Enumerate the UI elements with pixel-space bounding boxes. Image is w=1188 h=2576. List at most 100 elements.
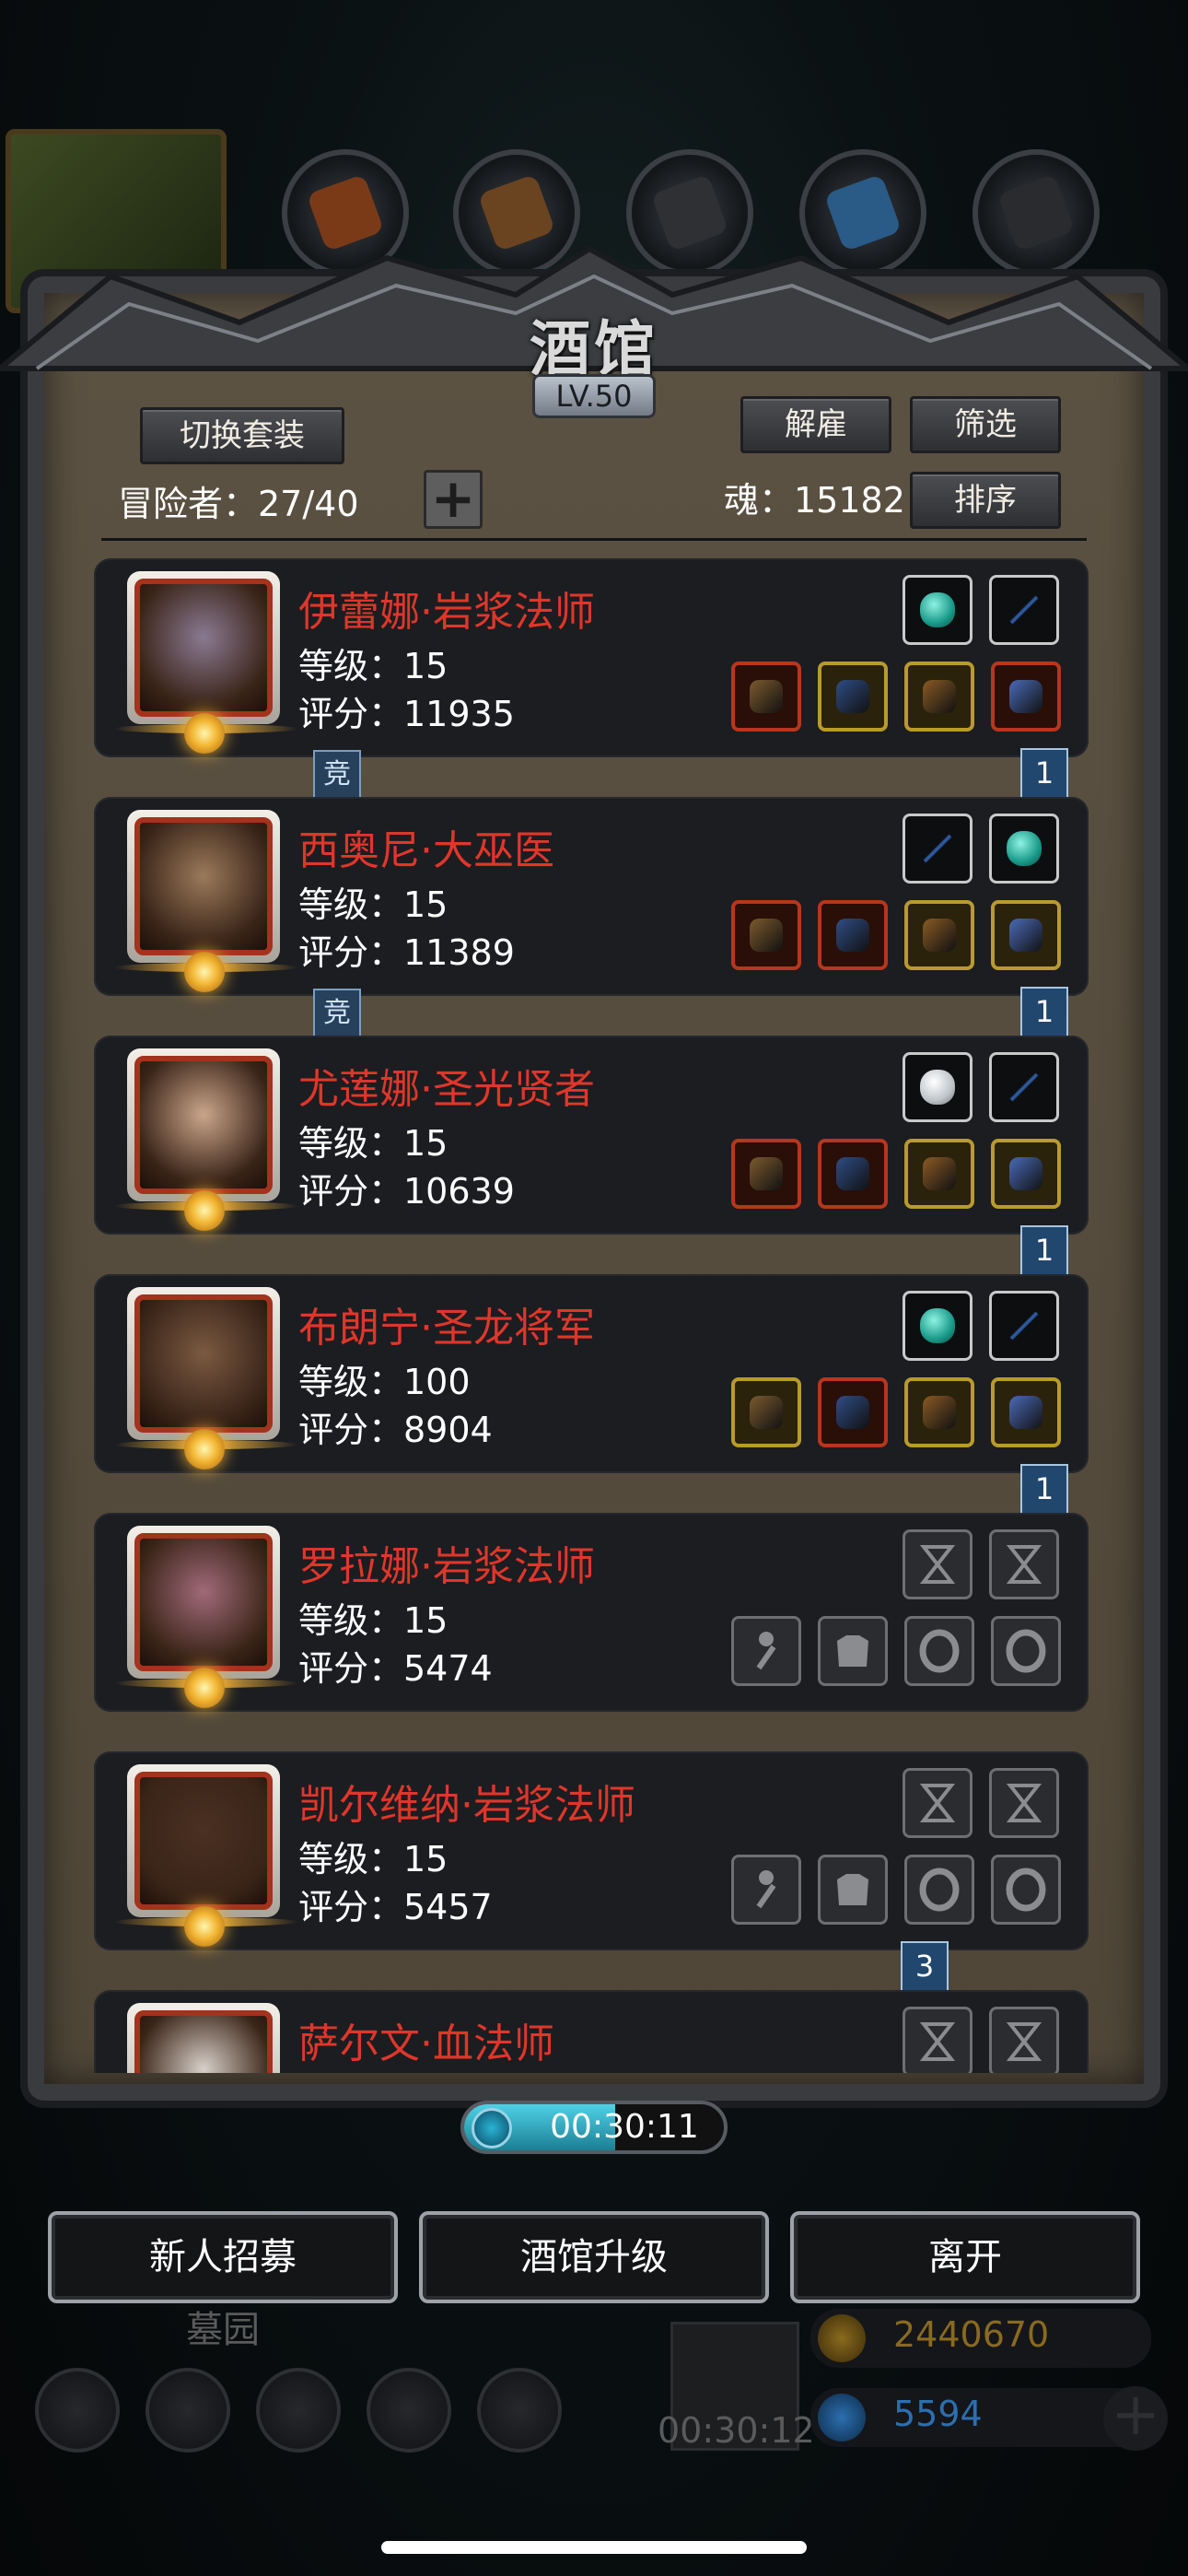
hero-portrait[interactable]	[127, 571, 280, 724]
star-rank-icon	[184, 1668, 225, 1708]
staff-icon	[756, 1870, 776, 1909]
hero-portrait[interactable]	[127, 2003, 280, 2073]
diamond-value: 5594	[893, 2394, 983, 2434]
leave-button[interactable]: 离开	[790, 2211, 1140, 2303]
gem-icon	[1007, 831, 1042, 866]
dismiss-button[interactable]: 解雇	[740, 396, 891, 453]
hero-level: 等级：100	[298, 1362, 471, 1402]
gem-slot[interactable]	[903, 1291, 973, 1361]
home-indicator	[381, 2541, 807, 2554]
empty-gem-slot[interactable]	[903, 2007, 973, 2073]
empty-equipment-slot[interactable]	[991, 1855, 1061, 1925]
empty-equipment-slot[interactable]	[818, 1855, 888, 1925]
empty-gem-slot[interactable]	[903, 1768, 973, 1838]
equipment-slot[interactable]	[904, 662, 974, 732]
equipment-slot[interactable]	[991, 1377, 1061, 1447]
equipment-slot[interactable]	[731, 900, 801, 970]
equipment-slot[interactable]	[818, 662, 888, 732]
filter-button[interactable]: 筛选	[910, 396, 1061, 453]
empty-equipment-slot[interactable]	[818, 1616, 888, 1686]
armor-icon	[837, 1635, 868, 1667]
empty-equipment-slot[interactable]	[731, 1855, 801, 1925]
gem-icon	[920, 1070, 955, 1105]
hourglass-icon	[1006, 1784, 1042, 1822]
upgrade-tavern-button[interactable]: 酒馆升级	[419, 2211, 769, 2303]
gem-slot[interactable]	[989, 1291, 1059, 1361]
hero-name: 罗拉娜·岩浆法师	[298, 1543, 595, 1590]
gold-value: 2440670	[893, 2314, 1050, 2355]
diamond-icon	[818, 2394, 866, 2441]
hero-portrait[interactable]	[127, 1287, 280, 1440]
hero-list[interactable]: 伊蕾娜·岩浆法师 等级：15 评分：11935 竞1 西奥尼·大巫医 等级：15…	[94, 558, 1089, 2073]
hero-card[interactable]: 凯尔维纳·岩浆法师 等级：15 评分：5457	[94, 1751, 1089, 1950]
hero-portrait[interactable]	[127, 810, 280, 963]
star-rank-icon	[184, 713, 225, 754]
hero-name: 凯尔维纳·岩浆法师	[298, 1782, 635, 1829]
gem-slot[interactable]	[903, 814, 973, 884]
graveyard-label: 墓园	[186, 2309, 260, 2351]
header-divider	[101, 538, 1087, 541]
sort-button[interactable]: 排序	[910, 472, 1061, 529]
gift-timer: 00:30:12	[658, 2410, 815, 2451]
equipment-slot[interactable]	[904, 1377, 974, 1447]
empty-equipment-slot[interactable]	[731, 1616, 801, 1686]
hero-level: 等级：15	[298, 646, 448, 686]
hero-card[interactable]: 尤莲娜·圣光贤者 等级：15 评分：10639	[94, 1036, 1089, 1235]
add-slot-button[interactable]: +	[424, 470, 483, 529]
equipment-slot[interactable]	[904, 1139, 974, 1209]
hero-level: 等级：15	[298, 1839, 448, 1879]
arena-tag: 竞	[313, 750, 361, 800]
settings-gear-icon	[35, 2368, 120, 2453]
resource-slot-5	[973, 149, 1100, 276]
gem-slot[interactable]	[989, 814, 1059, 884]
adventurer-count: 冒险者：27/40	[118, 484, 359, 524]
empty-equipment-slot[interactable]	[991, 1616, 1061, 1686]
empty-gem-slot[interactable]	[989, 1529, 1059, 1599]
equipment-slot[interactable]	[731, 1139, 801, 1209]
empty-gem-slot[interactable]	[989, 1768, 1059, 1838]
gem-slot[interactable]	[989, 575, 1059, 645]
empty-gem-slot[interactable]	[989, 2007, 1059, 2073]
hero-card[interactable]: 罗拉娜·岩浆法师 等级：15 评分：5474	[94, 1513, 1089, 1712]
equipment-slot[interactable]	[991, 1139, 1061, 1209]
star-rank-icon	[184, 1906, 225, 1947]
gem-icon	[920, 831, 955, 866]
empty-equipment-slot[interactable]	[904, 1855, 974, 1925]
ring-icon	[1006, 1868, 1046, 1912]
gem-slot[interactable]	[989, 1052, 1059, 1122]
equipment-slot[interactable]	[904, 900, 974, 970]
equipment-slot[interactable]	[818, 1139, 888, 1209]
ring-icon	[1006, 1629, 1046, 1673]
resource-slot-4	[799, 149, 926, 276]
equipment-slot[interactable]	[818, 1377, 888, 1447]
resource-slot-2	[453, 149, 580, 276]
equipment-slot[interactable]	[991, 662, 1061, 732]
hourglass-icon	[1006, 1545, 1042, 1584]
equipment-slot[interactable]	[818, 900, 888, 970]
gold-coin-icon	[818, 2314, 866, 2362]
equipment-slot[interactable]	[991, 900, 1061, 970]
tower-icon	[256, 2368, 341, 2453]
empty-gem-slot[interactable]	[903, 1529, 973, 1599]
hero-score: 评分：11389	[298, 932, 515, 973]
switch-outfit-button[interactable]: 切换套装	[140, 407, 344, 464]
gem-slot[interactable]	[903, 575, 973, 645]
hero-card[interactable]: 伊蕾娜·岩浆法师 等级：15 评分：11935	[94, 558, 1089, 757]
recruit-button[interactable]: 新人招募	[48, 2211, 398, 2303]
empty-equipment-slot[interactable]	[904, 1616, 974, 1686]
hero-portrait[interactable]	[127, 1048, 280, 1201]
hero-card[interactable]: 萨尔文·血法师	[94, 1990, 1089, 2073]
hero-portrait[interactable]	[127, 1764, 280, 1917]
gem-slot[interactable]	[903, 1052, 973, 1122]
equipment-icon	[1009, 1396, 1042, 1429]
timer-text: 00:30:11	[550, 2108, 699, 2146]
hero-card[interactable]: 布朗宁·圣龙将军 等级：100 评分：8904	[94, 1274, 1089, 1473]
recruit-timer: 00:30:11	[460, 2101, 728, 2154]
equipment-slot[interactable]	[731, 1377, 801, 1447]
star-rank-icon	[184, 1190, 225, 1231]
hero-card[interactable]: 西奥尼·大巫医 等级：15 评分：11389	[94, 797, 1089, 996]
ring-icon	[919, 1629, 960, 1673]
equipment-slot[interactable]	[731, 662, 801, 732]
star-rank-icon	[184, 952, 225, 992]
hero-portrait[interactable]	[127, 1526, 280, 1679]
